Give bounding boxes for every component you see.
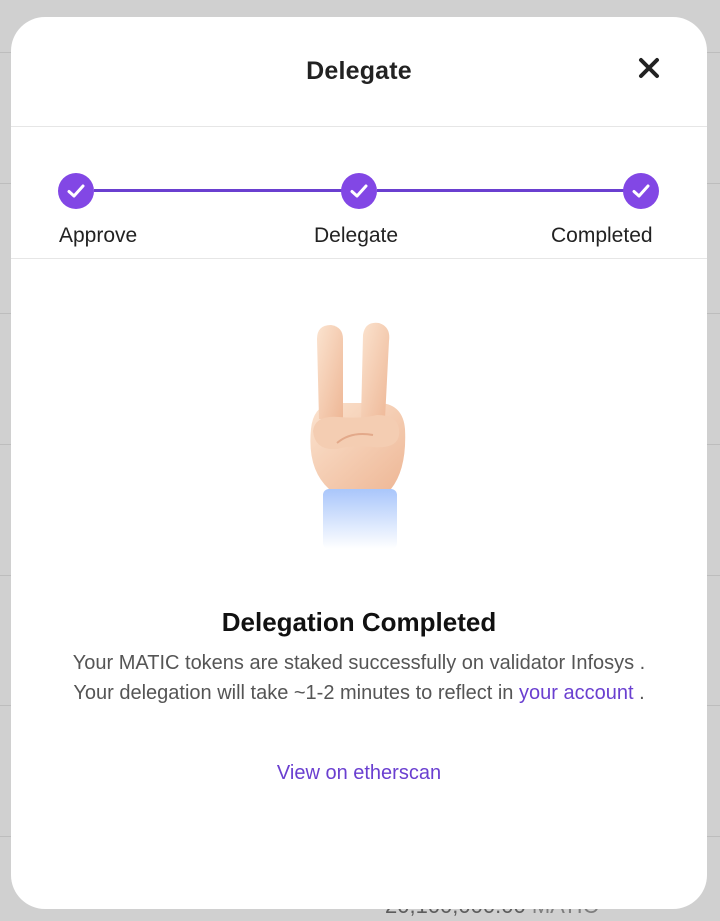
- check-icon: [350, 184, 368, 198]
- victory-hand-icon: [310, 322, 406, 549]
- progress-stepper: Approve Delegate Completed: [11, 127, 707, 259]
- result-body: Delegation Completed Your MATIC tokens a…: [11, 259, 707, 909]
- view-on-etherscan-link[interactable]: View on etherscan: [277, 762, 441, 784]
- step-completed-check: [623, 173, 659, 209]
- etherscan-link-row: View on etherscan: [11, 762, 707, 785]
- step-delegate-check: [341, 173, 377, 209]
- step-label-delegate: Delegate: [314, 224, 399, 247]
- result-description: Your MATIC tokens are staked successfull…: [61, 648, 657, 708]
- step-label-completed: Completed: [551, 224, 653, 247]
- result-description-end: .: [633, 682, 645, 704]
- result-title: Delegation Completed: [221, 607, 497, 637]
- step-approve-check: [58, 173, 94, 209]
- delegate-modal: Delegate Approve Delegate Completed Dele…: [11, 17, 707, 909]
- your-account-link[interactable]: your account: [519, 682, 634, 704]
- check-icon: [632, 184, 650, 198]
- step-label-approve: Approve: [59, 224, 138, 247]
- close-button[interactable]: [638, 57, 660, 79]
- check-icon: [67, 184, 85, 198]
- step-connector: [377, 189, 625, 192]
- modal-title: Delegate: [306, 57, 412, 85]
- close-icon: [639, 58, 659, 78]
- step-connector: [94, 189, 342, 192]
- modal-header: Delegate: [11, 17, 707, 127]
